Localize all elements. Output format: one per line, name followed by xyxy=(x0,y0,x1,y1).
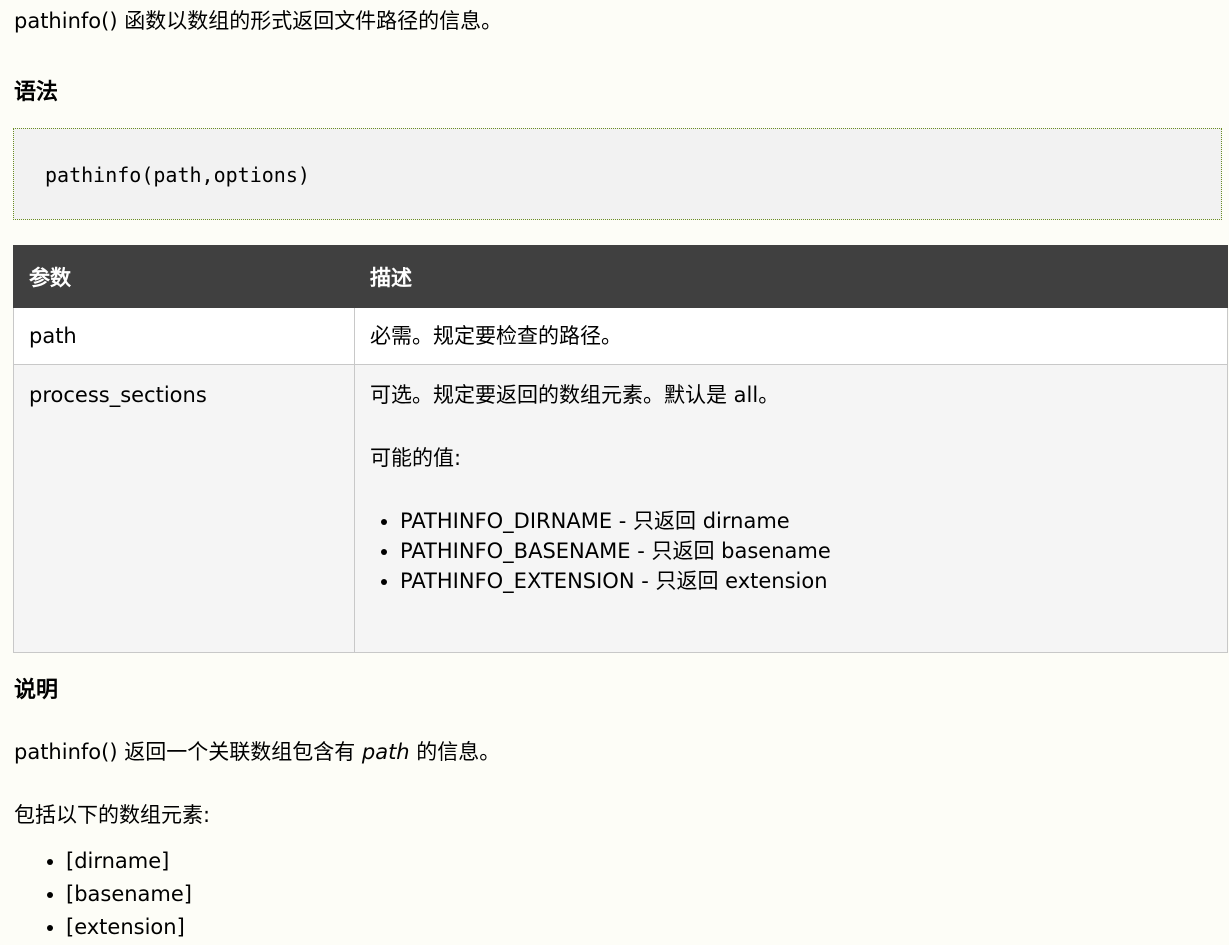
param-name: process_sections xyxy=(13,364,355,653)
table-row: path 必需。规定要检查的路径。 xyxy=(13,307,1228,365)
header-param: 参数 xyxy=(13,245,355,308)
intro-text: pathinfo() 函数以数组的形式返回文件路径的信息。 xyxy=(14,9,503,33)
table-row: process_sections 可选。规定要返回的数组元素。默认是 all。 … xyxy=(13,364,1228,653)
elements-intro: 包括以下的数组元素: xyxy=(14,803,211,827)
list-item: PATHINFO_DIRNAME - 只返回 dirname xyxy=(400,506,1212,536)
list-item: PATHINFO_BASENAME - 只返回 basename xyxy=(400,536,1212,566)
description-text-after: 的信息。 xyxy=(409,740,501,764)
syntax-heading: 语法 xyxy=(14,80,59,105)
description-heading: 说明 xyxy=(14,678,59,703)
possible-values-label: 可能的值: xyxy=(370,446,462,470)
param-description-cell: 可选。规定要返回的数组元素。默认是 all。 可能的值: PATHINFO_DI… xyxy=(354,364,1228,653)
description-path-term: path xyxy=(361,740,410,764)
list-item: [extension] xyxy=(66,911,192,944)
param-description: 必需。规定要检查的路径。 xyxy=(354,307,1228,365)
description-paragraph: pathinfo() 返回一个关联数组包含有 path 的信息。 xyxy=(14,737,500,767)
list-item: PATHINFO_EXTENSION - 只返回 extension xyxy=(400,566,1212,596)
header-description: 描述 xyxy=(354,245,1228,308)
param-description: 可选。规定要返回的数组元素。默认是 all。 xyxy=(370,383,780,407)
syntax-code: pathinfo(path,options) xyxy=(45,163,310,187)
possible-values-list: PATHINFO_DIRNAME - 只返回 dirname PATHINFO_… xyxy=(370,506,1212,596)
syntax-code-box: pathinfo(path,options) xyxy=(13,128,1222,220)
parameters-table: 参数 描述 path 必需。规定要检查的路径。 process_sections… xyxy=(13,245,1228,653)
description-text-before: pathinfo() 返回一个关联数组包含有 xyxy=(14,740,362,764)
table-header-row: 参数 描述 xyxy=(13,245,1228,308)
array-elements-list: [dirname] [basename] [extension] xyxy=(14,845,192,944)
param-name: path xyxy=(13,307,355,365)
list-item: [basename] xyxy=(66,878,192,911)
list-item: [dirname] xyxy=(66,845,192,878)
